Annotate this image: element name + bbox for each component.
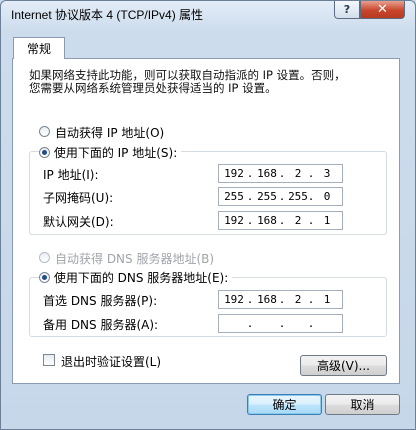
cancel-button-label: 取消 [350,398,375,412]
ip-address-field[interactable]: 192 . 168 . 2 . 3 [218,164,343,183]
window-title: Internet 协议版本 4 (TCP/IPv4) 属性 [11,8,204,22]
ip-manual-option[interactable]: 使用下面的 IP 地址(S): [39,144,182,161]
alternate-dns-field[interactable]: . . . [218,314,343,333]
octet: 2 [294,293,302,306]
ip-auto-radio[interactable] [39,126,50,137]
close-icon: ✕ [377,2,388,17]
separator: . [307,214,315,227]
ip-address-label: IP 地址(I): [43,168,99,182]
octet: 255 [288,190,308,203]
octet: 3 [323,167,331,180]
separator: . [246,167,254,180]
cancel-button[interactable]: 取消 [325,394,400,415]
ok-button-label: 确定 [272,398,297,412]
octet: 1 [323,214,331,227]
octet: 168 [257,214,277,227]
dns-manual-label: 使用下面的 DNS 服务器地址(E): [53,271,229,285]
alternate-dns-label: 备用 DNS 服务器(A): [43,318,159,332]
tab-label: 常规 [26,42,51,56]
separator: . [246,317,254,330]
separator: . [307,293,315,306]
octet: 168 [257,167,277,180]
ip-manual-label: 使用下面的 IP 地址(S): [53,146,178,160]
separator: . [307,190,315,203]
general-tab-panel: 如果网络支持此功能，则可以获取自动指派的 IP 设置。否则， 您需要从网络系统管… [12,58,400,384]
octet: 2 [294,167,302,180]
advanced-button[interactable]: 高级(V)... [300,355,387,376]
octet: 192 [224,167,244,180]
dns-manual-radio[interactable] [39,272,50,283]
validate-label: 退出时验证设置(L) [61,355,162,369]
separator: . [246,190,254,203]
octet: 192 [224,293,244,306]
advanced-button-label: 高级(V)... [316,359,371,373]
octet: 2 [294,214,302,227]
dialog-window: Internet 协议版本 4 (TCP/IPv4) 属性 ? ✕ 常规 如果网… [0,0,416,430]
ok-button[interactable]: 确定 [247,394,322,415]
dns-manual-option[interactable]: 使用下面的 DNS 服务器地址(E): [39,269,233,286]
octet: 0 [323,190,331,203]
separator: . [278,293,286,306]
help-button[interactable]: ? [334,1,360,19]
ip-manual-radio[interactable] [39,147,50,158]
separator: . [307,317,315,330]
dns-auto-label: 自动获得 DNS 服务器地址(B) [55,252,215,266]
description-text: 如果网络支持此功能，则可以获取自动指派的 IP 设置。否则， 您需要从网络系统管… [29,69,346,95]
octet: 168 [257,293,277,306]
close-button[interactable]: ✕ [360,1,405,19]
separator: . [246,293,254,306]
dns-auto-radio[interactable] [39,252,50,263]
preferred-dns-field[interactable]: 192 . 168 . 2 . 1 [218,290,343,309]
octet: 255 [257,190,277,203]
description-line-2: 您需要从网络系统管理员处获得适当的 IP 设置。 [29,81,277,95]
validate-checkbox[interactable] [43,354,55,366]
default-gateway-field[interactable]: 192 . 168 . 2 . 1 [218,211,343,230]
help-icon: ? [343,3,351,16]
octet: 255 [224,190,244,203]
separator: . [246,214,254,227]
separator: . [278,167,286,180]
separator: . [278,190,286,203]
separator: . [278,317,286,330]
octet: 1 [323,293,331,306]
ip-auto-label: 自动获得 IP 地址(O) [55,126,165,140]
subnet-mask-label: 子网掩码(U): [43,191,114,205]
separator: . [307,167,315,180]
separator: . [278,214,286,227]
subnet-mask-field[interactable]: 255 . 255 . 255 . 0 [218,187,343,206]
tab-general[interactable]: 常规 [13,37,65,59]
octet: 192 [224,214,244,227]
default-gateway-label: 默认网关(D): [43,215,114,229]
preferred-dns-label: 首选 DNS 服务器(P): [43,294,158,308]
